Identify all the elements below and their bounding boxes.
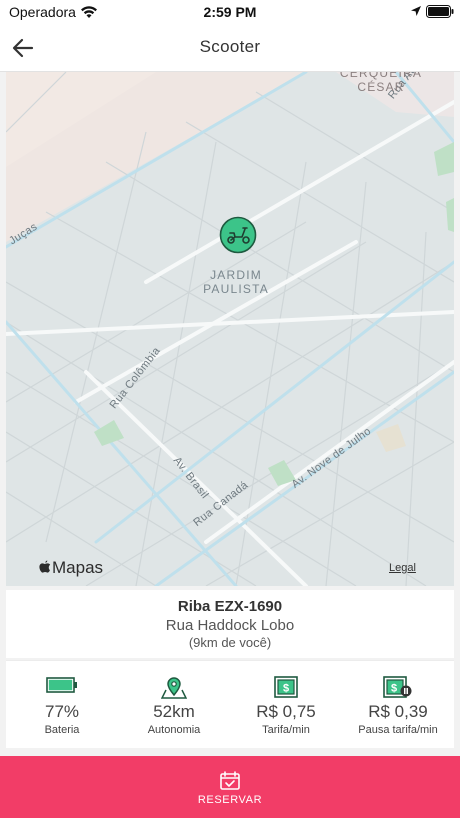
vehicle-stats: 77% Bateria 52km Autonomia $ R$ 0,75 Tar… [6, 660, 454, 748]
map-attribution-label: Mapas [52, 558, 104, 577]
page-title: Scooter [199, 37, 261, 56]
battery-value: 77% [44, 702, 80, 721]
nav-bar: Scooter [0, 24, 460, 72]
money-pause-icon: $ [383, 676, 412, 698]
area-label-line-2: CÉSAR [357, 80, 405, 94]
status-bar: Operadora 2:59 PM [0, 0, 460, 24]
clock: 2:59 PM [203, 4, 257, 20]
pause-rate-value: R$ 0,39 [368, 702, 428, 721]
stat-battery: 77% Bateria [6, 661, 118, 749]
map-streets [6, 72, 454, 586]
money-icon: $ [274, 676, 298, 698]
vehicle-info-card: Riba EZX-1690 Rua Haddock Lobo (9km de v… [6, 590, 454, 658]
map-view[interactable]: Rua Augusta Juças Rua Colômbia Av. Brasi… [6, 72, 454, 586]
area-label-line-1: CERQUEIRA [339, 72, 423, 80]
legal-link[interactable]: Legal [389, 562, 416, 574]
svg-text:$: $ [391, 683, 397, 695]
battery-status-icon [426, 5, 454, 18]
location-pin-icon [161, 677, 187, 699]
area-label-cerqueira-cesar: CERQUEIRA CÉSAR [326, 72, 436, 94]
stat-pause-rate: $ R$ 0,39 Pausa tarifa/min [342, 661, 454, 749]
range-value: 52km [153, 702, 195, 721]
battery-icon [46, 677, 77, 693]
battery-caption: Bateria [44, 724, 80, 736]
district-label-line-1: JARDIM [210, 268, 262, 282]
svg-text:$: $ [283, 683, 289, 695]
stat-range: 52km Autonomia [118, 661, 230, 749]
district-label-line-2: PAULISTA [203, 282, 269, 296]
range-caption: Autonomia [147, 724, 201, 736]
location-arrow-icon [411, 6, 421, 16]
calendar-check-icon [220, 771, 240, 790]
reserve-button[interactable]: RESERVAR [0, 756, 460, 818]
rate-value: R$ 0,75 [256, 702, 316, 721]
scooter-icon[interactable] [219, 216, 257, 254]
district-label-jardim-paulista: JARDIM PAULISTA [186, 268, 286, 296]
reserve-label: RESERVAR [197, 794, 263, 806]
map-attribution: Mapas [38, 558, 103, 578]
vehicle-street: Rua Haddock Lobo [165, 617, 295, 634]
rate-caption: Tarifa/min [262, 724, 310, 736]
vehicle-distance: (9km de você) [188, 635, 272, 650]
vehicle-name: Riba EZX-1690 [177, 598, 283, 615]
stat-rate: $ R$ 0,75 Tarifa/min [230, 661, 342, 749]
pause-rate-caption: Pausa tarifa/min [358, 724, 438, 736]
